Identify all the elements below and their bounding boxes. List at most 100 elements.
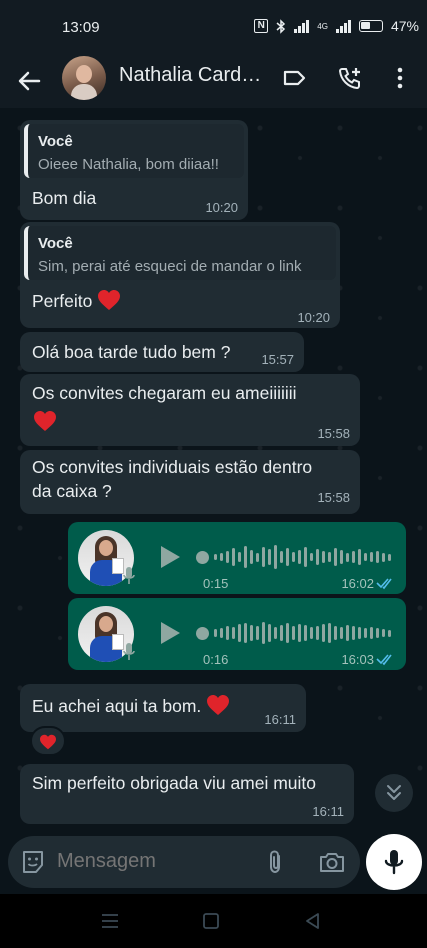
message-bubble-incoming[interactable]: Os convites individuais estão dentro da …	[20, 450, 360, 514]
contact-name[interactable]: Nathalia Cardo...	[119, 64, 269, 87]
camera-icon[interactable]	[318, 849, 346, 875]
waveform-bar	[388, 553, 391, 561]
waveform-bar	[358, 549, 361, 565]
message-text: Os convites chegaram eu ameiiiiiii	[32, 383, 297, 403]
waveform-bar	[214, 629, 217, 637]
voice-message-outgoing[interactable]: 0:16 16:03	[68, 598, 406, 670]
waveform-bar	[262, 622, 265, 644]
waveform-bar	[280, 551, 283, 563]
composer-bar	[0, 830, 427, 894]
waveform-bar	[346, 625, 349, 641]
quote-author: Você	[38, 133, 73, 150]
waveform-bar	[370, 552, 373, 562]
waveform-bar	[250, 550, 253, 564]
add-call-icon[interactable]	[336, 64, 364, 92]
waveform-bar	[220, 628, 223, 638]
message-bubble-incoming[interactable]: Eu achei aqui ta bom. 16:11	[20, 684, 306, 732]
voice-waveform[interactable]	[196, 620, 391, 646]
status-time: 13:09	[62, 19, 100, 36]
waveform-bar	[262, 547, 265, 567]
bluetooth-icon	[276, 18, 286, 34]
scroll-to-bottom-button[interactable]	[375, 774, 413, 812]
playback-position-knob[interactable]	[196, 550, 209, 564]
message-text: Bom dia	[32, 188, 97, 208]
playback-position-knob[interactable]	[196, 626, 209, 640]
waveform-bar	[340, 627, 343, 639]
waveform-bar	[232, 548, 235, 566]
play-icon[interactable]	[158, 620, 182, 646]
message-bubble-incoming[interactable]: Você Sim, perai até esqueci de mandar o …	[20, 222, 340, 328]
quote-text: Oieee Nathalia, bom diiaa!!	[38, 156, 219, 173]
waveform-bar	[214, 554, 217, 560]
chat-header: Nathalia Cardo...	[0, 56, 427, 108]
waveform-bar	[304, 547, 307, 567]
waveform-bar	[256, 552, 259, 562]
voice-message-outgoing[interactable]: 0:15 16:02	[68, 522, 406, 594]
waveform-bar	[244, 546, 247, 568]
message-text-content: Eu achei aqui ta bom.	[32, 696, 202, 716]
waveform-bar	[376, 551, 379, 563]
message-time: 15:58	[317, 490, 350, 505]
message-input[interactable]	[57, 850, 247, 873]
waveform-bar	[328, 623, 331, 643]
nav-home-icon[interactable]	[201, 912, 221, 930]
reaction-badge[interactable]	[30, 726, 66, 756]
label-icon[interactable]	[280, 64, 308, 92]
message-time: 10:20	[297, 310, 330, 325]
quoted-message[interactable]: Você Oieee Nathalia, bom diiaa!!	[24, 124, 244, 178]
emoji-icon[interactable]	[20, 849, 46, 875]
heart-icon	[40, 734, 56, 750]
message-time: 16:03	[341, 652, 374, 667]
heart-icon	[207, 695, 230, 715]
back-arrow-icon[interactable]	[14, 66, 44, 96]
message-time: 15:57	[261, 352, 294, 367]
waveform-bar	[352, 626, 355, 640]
chat-area[interactable]: Você Oieee Nathalia, bom diiaa!! Bom dia…	[0, 108, 427, 830]
waveform-bar	[316, 549, 319, 565]
nav-back-icon[interactable]	[303, 912, 323, 930]
quoted-message[interactable]: Você Sim, perai até esqueci de mandar o …	[24, 226, 336, 280]
waveform-bar	[268, 549, 271, 565]
waveform-bar	[256, 626, 259, 640]
battery-icon	[358, 20, 383, 32]
waveform-bar	[244, 623, 247, 643]
waveform-bar	[226, 626, 229, 640]
voice-waveform[interactable]	[196, 544, 391, 570]
more-vert-icon[interactable]	[386, 64, 414, 92]
message-time: 15:58	[317, 426, 350, 441]
double-check-icon	[376, 578, 392, 590]
nav-menu-icon[interactable]	[100, 912, 120, 930]
waveform-bar	[364, 553, 367, 561]
waveform-bar	[334, 548, 337, 566]
contact-avatar[interactable]	[62, 56, 106, 100]
chevron-double-down-icon	[387, 785, 401, 800]
voice-duration: 0:15	[203, 576, 229, 591]
message-bubble-incoming[interactable]: Os convites chegaram eu ameiiiiiii 15:58	[20, 374, 360, 446]
waveform-bar	[310, 627, 313, 639]
signal-icon-2	[335, 19, 351, 33]
waveform-bar	[286, 548, 289, 566]
waveform-bar	[298, 624, 301, 642]
play-icon[interactable]	[158, 544, 182, 570]
message-bubble-incoming[interactable]: Sim perfeito obrigada viu amei muito 16:…	[20, 764, 354, 824]
message-bubble-incoming[interactable]: Olá boa tarde tudo bem ? 15:57	[20, 332, 304, 372]
message-time: 16:02	[341, 576, 374, 591]
waveform-bar	[382, 552, 385, 562]
waveform-bar	[316, 626, 319, 640]
message-bubble-incoming[interactable]: Você Oieee Nathalia, bom diiaa!! Bom dia…	[20, 120, 248, 220]
waveform-bar	[232, 627, 235, 639]
status-icons: N 4G 47%	[254, 18, 419, 34]
double-check-icon	[376, 654, 392, 666]
message-text-line2: da caixa ?	[32, 481, 112, 501]
message-input-container[interactable]	[8, 836, 360, 888]
message-text: Perfeito	[32, 288, 121, 314]
mic-icon	[123, 567, 135, 584]
voice-record-button[interactable]	[366, 834, 422, 890]
message-text: Olá boa tarde tudo bem ?	[32, 342, 231, 362]
waveform-bar	[268, 624, 271, 642]
waveform-bar	[370, 627, 373, 639]
quote-text: Sim, perai até esqueci de mandar o link	[38, 258, 302, 275]
attach-icon[interactable]	[263, 848, 289, 876]
waveform-bar	[238, 552, 241, 562]
message-text-line1: Os convites individuais estão dentro	[32, 457, 313, 477]
